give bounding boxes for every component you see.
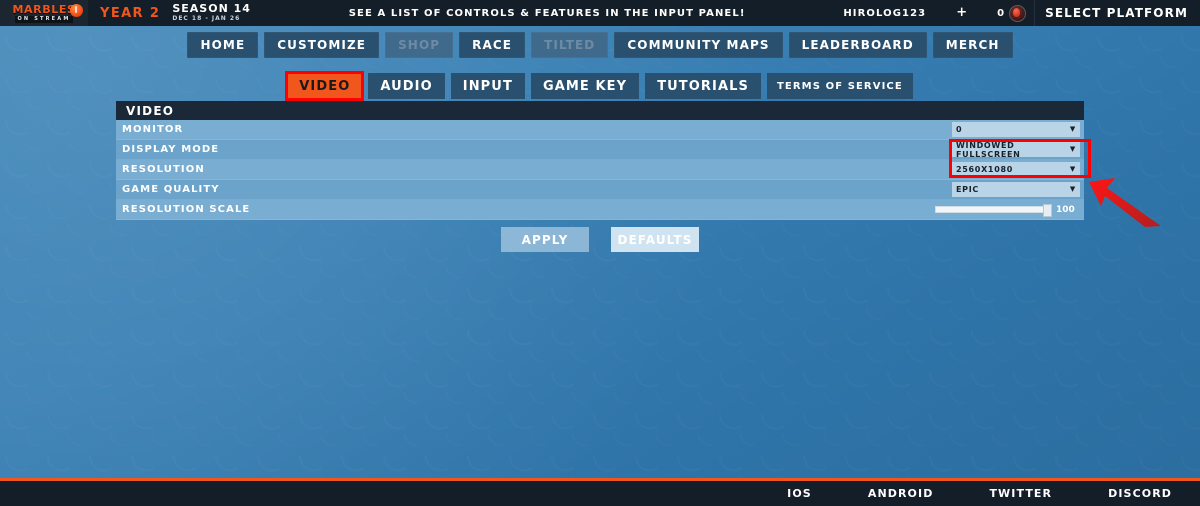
dropdown-value: EPIC (956, 185, 979, 194)
username-label: HIROLOG123 (843, 7, 927, 19)
video-settings-panel: VIDEO MONITOR 0 ▼ DISPLAY MODE WINDOWED FULL… (116, 101, 1084, 220)
marble-icon (70, 4, 83, 17)
nav-item-tilted: TILTED (531, 32, 609, 58)
footer-bar: IOS ANDROID TWITTER DISCORD (0, 478, 1200, 506)
coin-count: 0 (997, 7, 1005, 19)
game-logo[interactable]: MARBLES ON STREAM (0, 0, 88, 26)
season-dates: DEC 18 - JAN 26 (172, 15, 241, 22)
footer-link-twitter[interactable]: TWITTER (961, 487, 1080, 500)
settings-row: GAME QUALITY EPIC ▼ (116, 180, 1084, 200)
settings-tabs: VIDEO AUDIO INPUT GAME KEY TUTORIALS TERMS OF… (0, 71, 1200, 101)
coin-balance[interactable]: 0 (973, 0, 1034, 26)
settings-row: RESOLUTION 2560X1080 ▼ (116, 160, 1084, 180)
annotation-highlight-box (949, 139, 1091, 178)
setting-label-monitor: MONITOR (122, 124, 184, 135)
logo-title: MARBLES (12, 2, 76, 16)
top-bar: MARBLES ON STREAM YEAR 2 SEASON 14 DEC 1… (0, 0, 1200, 26)
tab-input[interactable]: INPUT (450, 73, 525, 99)
season-title: SEASON 14 (172, 2, 251, 15)
slider-value: 100 (1056, 204, 1075, 215)
nav-item-shop: SHOP (385, 32, 454, 58)
coin-icon (1009, 4, 1027, 22)
select-platform-button[interactable]: SELECT PLATFORM (1034, 0, 1200, 26)
settings-row: MONITOR 0 ▼ (116, 120, 1084, 140)
tab-video[interactable]: VIDEO (285, 71, 365, 101)
logo-subtitle: ON STREAM (15, 15, 73, 23)
season-info: SEASON 14 DEC 18 - JAN 26 (172, 0, 261, 26)
control-wrapper: 0 ▼ (952, 122, 1080, 137)
nav-item-customize[interactable]: CUSTOMIZE (264, 32, 380, 58)
slider-track[interactable] (935, 204, 1052, 217)
season-year: YEAR 2 (100, 5, 161, 21)
nav-item-race[interactable]: RACE (459, 32, 526, 58)
setting-label-resolution: RESOLUTION (122, 164, 205, 175)
main-navigation: HOME CUSTOMIZE SHOP RACE TILTED COMMUNITY MAP… (0, 32, 1200, 58)
tab-tutorials[interactable]: TUTORIALS (645, 73, 761, 99)
nav-item-merch[interactable]: MERCH (932, 32, 1013, 58)
panel-actions: APPLY DEFAULTS (0, 227, 1200, 252)
add-button[interactable]: + (950, 0, 973, 26)
dropdown-monitor[interactable]: 0 ▼ (952, 122, 1080, 137)
nav-item-leaderboard[interactable]: LEADERBOARD (788, 32, 927, 58)
nav-item-home[interactable]: HOME (187, 32, 259, 58)
settings-rows: MONITOR 0 ▼ DISPLAY MODE WINDOWED FULLSCREEN… (116, 120, 1084, 220)
nav-item-community-maps[interactable]: COMMUNITY MAPS (614, 32, 783, 58)
setting-label-game-quality: GAME QUALITY (122, 184, 220, 195)
footer-link-discord[interactable]: DISCORD (1080, 487, 1200, 500)
setting-label-resolution-scale: RESOLUTION SCALE (122, 204, 251, 215)
settings-row: RESOLUTION SCALE 100 (116, 200, 1084, 220)
dropdown-value: 0 (956, 125, 963, 134)
setting-label-display-mode: DISPLAY MODE (122, 144, 220, 155)
tab-audio[interactable]: AUDIO (368, 73, 445, 99)
footer-link-ios[interactable]: IOS (759, 487, 840, 500)
tab-game-key[interactable]: GAME KEY (530, 73, 640, 99)
footer-link-android[interactable]: ANDROID (840, 487, 962, 500)
chevron-down-icon: ▼ (1069, 125, 1076, 133)
dropdown-game-quality[interactable]: EPIC ▼ (952, 182, 1080, 197)
chevron-down-icon: ▼ (1069, 185, 1076, 193)
control-wrapper: EPIC ▼ (952, 182, 1080, 197)
tab-terms-of-service[interactable]: TERMS OF SERVICE (767, 73, 913, 99)
apply-button[interactable]: APPLY (501, 227, 589, 252)
settings-row: DISPLAY MODE WINDOWED FULLSCREEN ▼ (116, 140, 1084, 160)
info-banner: SEE A LIST OF CONTROLS & FEATURES IN THE… (348, 7, 746, 19)
panel-title: VIDEO (116, 101, 1084, 120)
defaults-button[interactable]: DEFAULTS (611, 227, 699, 252)
annotation-arrow-icon (1089, 178, 1161, 227)
slider-resolution-scale[interactable]: 100 (935, 203, 1080, 217)
slider-handle[interactable] (1043, 204, 1052, 217)
